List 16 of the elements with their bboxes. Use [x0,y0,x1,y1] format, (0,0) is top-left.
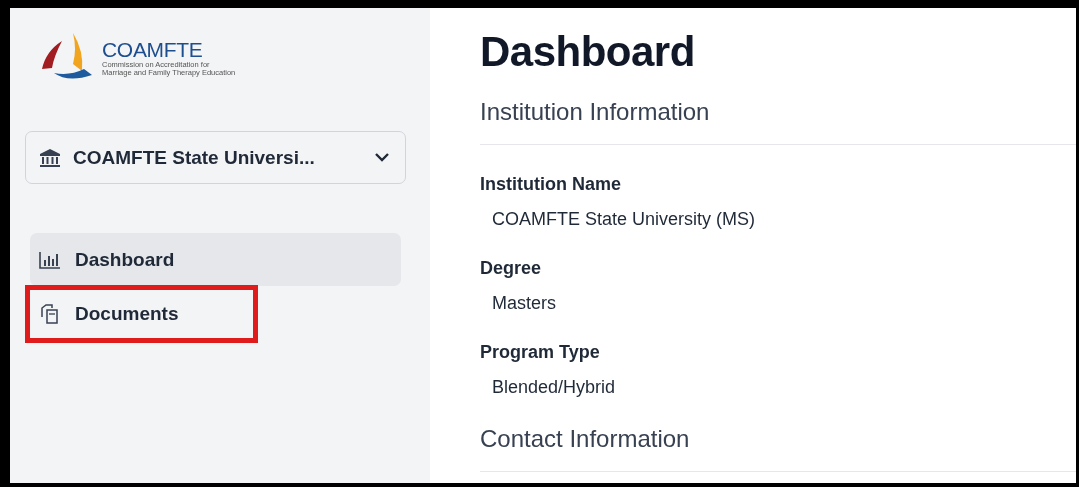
section-heading: Contact Information [480,424,691,454]
institution-dropdown[interactable]: COAMFTE State Universi... [25,131,406,184]
bar-chart-icon [39,250,61,269]
field-label: Program Type [480,341,601,363]
section-heading: Institution Information [480,97,711,127]
field-value: Blended/Hybrid [492,376,617,398]
page-title: Dashboard [480,27,696,77]
field-label: Degree [480,257,543,279]
nav-item[interactable]: Dashboard [30,233,401,286]
field-value: COAMFTE State University (MS) [492,208,757,230]
logo-wordmark: COAMFTE [102,39,204,61]
documents-icon [39,304,61,324]
nav-item[interactable]: Documents [30,290,253,338]
field-value: Masters [492,292,557,314]
field-label: Institution Name [480,173,622,195]
bank-icon [39,147,61,168]
